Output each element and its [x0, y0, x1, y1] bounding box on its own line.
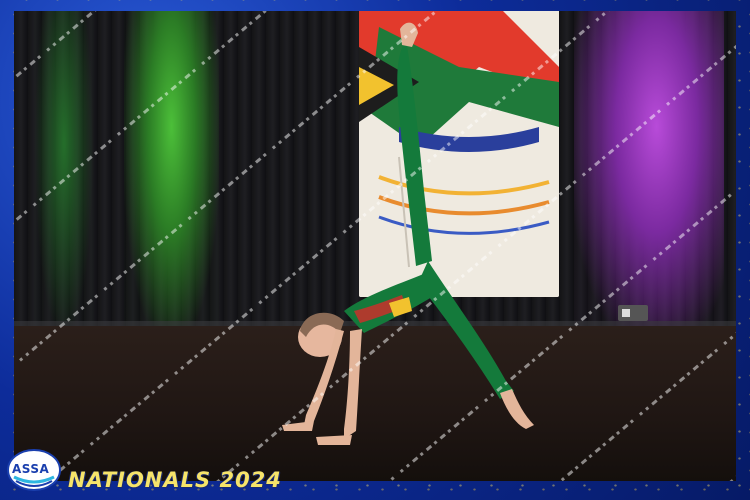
gymnast-figure — [282, 22, 534, 445]
event-caption: NATIONALS 2024 — [68, 468, 282, 492]
assa-logo-text: ASSA — [12, 462, 50, 476]
stage-photo — [14, 11, 736, 481]
